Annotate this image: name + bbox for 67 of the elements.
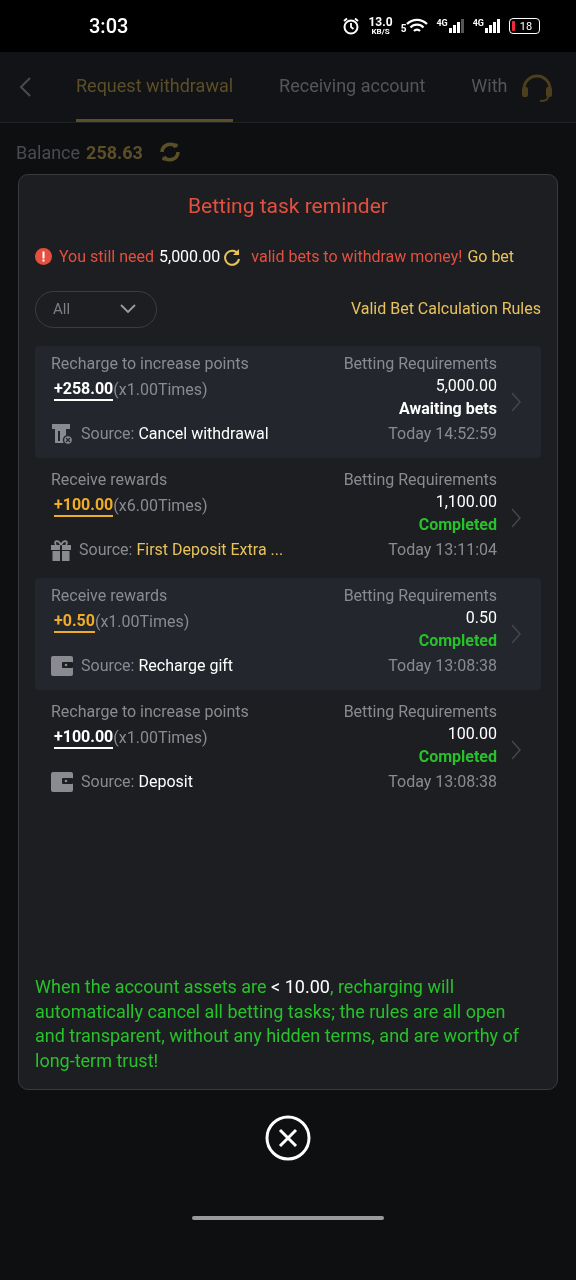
source-value: First Deposit Extra ... (136, 538, 284, 561)
speed-unit: KB/S (371, 28, 390, 36)
task-type: Recharge to increase points (51, 701, 250, 722)
balance-label: Balance (16, 140, 81, 165)
task-row[interactable]: Recharge to increase points +258.00(x1.00Times) Source: Cancel withdrawal Betting Requirements 5,000.00 Awaiting bets Today 14:52:59 (35, 345, 541, 458)
chevron-right-icon (511, 739, 521, 760)
task-status: Completed (418, 629, 497, 652)
task-time: Today 14:52:59 (388, 422, 497, 445)
chevron-down-icon (120, 304, 136, 314)
wallet-icon (51, 655, 73, 676)
back-icon[interactable] (18, 76, 32, 98)
atm-icon (51, 422, 73, 445)
close-icon[interactable] (265, 1115, 311, 1161)
task-status: Completed (418, 745, 497, 768)
source-label: Source: (79, 538, 133, 561)
requirement-label: Betting Requirements (343, 701, 497, 722)
source-value: Recharge gift (138, 654, 234, 677)
bonus-amount: +100.00 (54, 494, 114, 517)
task-type: Receive rewards (51, 585, 169, 606)
network-speed: 13.0 (368, 16, 393, 28)
alert-icon (35, 248, 52, 265)
task-time: Today 13:08:38 (388, 770, 497, 793)
wallet-icon (51, 771, 73, 792)
gift-icon (51, 538, 71, 561)
multiplier-text: (x1.00Times) (94, 610, 190, 633)
battery-icon: 18 (509, 18, 540, 34)
task-status: Completed (418, 513, 497, 536)
multiplier-text: (x1.00Times) (113, 378, 208, 401)
source-label: Source: (81, 654, 135, 677)
alarm-icon (342, 17, 361, 35)
rules-note: When the account assets are < 10.00, recharging will automatically cancel all betting tasks; the rules are all open and transparent, without any hidden terms, and are worthy of long-term trust! (34, 975, 521, 1073)
requirement-value: 100.00 (447, 722, 497, 745)
chevron-right-icon (511, 391, 521, 412)
requirement-value: 5,000.00 (435, 374, 497, 397)
requirement-label: Betting Requirements (343, 585, 497, 606)
required-amount: 5,000.00 (159, 245, 221, 268)
balance-value: 258.63 (86, 140, 143, 165)
task-status: Awaiting bets (398, 397, 497, 420)
multiplier-text: (x6.00Times) (113, 494, 208, 517)
multiplier-text: (x1.00Times) (113, 726, 208, 749)
requirement-value: 1,100.00 (435, 490, 497, 513)
bonus-amount: +258.00 (54, 378, 114, 401)
task-row[interactable]: Receive rewards +100.00(x6.00Times) Source: First Deposit Extra ... Betting Requirements 1,100.00 Completed Today 13:11:04 (35, 461, 541, 574)
source-value: Cancel withdrawal (138, 422, 269, 445)
source-label: Source: (81, 422, 135, 445)
task-row[interactable]: Recharge to increase points +100.00(x1.00Times) Source: Deposit Betting Requirements 100.00 Completed Today 13:08:38 (35, 693, 541, 806)
task-time: Today 13:11:04 (388, 538, 497, 561)
source-value: Deposit (138, 770, 193, 793)
dialog-title: Betting task reminder (187, 193, 389, 220)
requirement-label: Betting Requirements (343, 353, 497, 374)
task-time: Today 13:08:38 (388, 654, 497, 677)
source-label: Source: (81, 770, 135, 793)
task-row[interactable]: Receive rewards +0.50(x1.00Times) Source: Recharge gift Betting Requirements 0.50 Completed Today 13:08:38 (35, 577, 541, 690)
chevron-right-icon (511, 507, 521, 528)
notice-text: valid bets to withdraw money! (251, 245, 463, 268)
requirement-label: Betting Requirements (343, 469, 497, 490)
notice-text: You still need (59, 245, 154, 268)
bonus-amount: +0.50 (54, 610, 95, 633)
clock-time: 3:03 (89, 13, 129, 40)
requirement-value: 0.50 (465, 606, 497, 629)
go-bet-link[interactable]: Go bet (467, 244, 515, 269)
chevron-right-icon (511, 623, 521, 644)
task-type: Recharge to increase points (51, 353, 250, 374)
task-type: Receive rewards (51, 469, 169, 490)
headset-icon[interactable] (520, 73, 554, 103)
rules-link[interactable]: Valid Bet Calculation Rules (350, 297, 541, 321)
bonus-amount: +100.00 (54, 726, 114, 749)
